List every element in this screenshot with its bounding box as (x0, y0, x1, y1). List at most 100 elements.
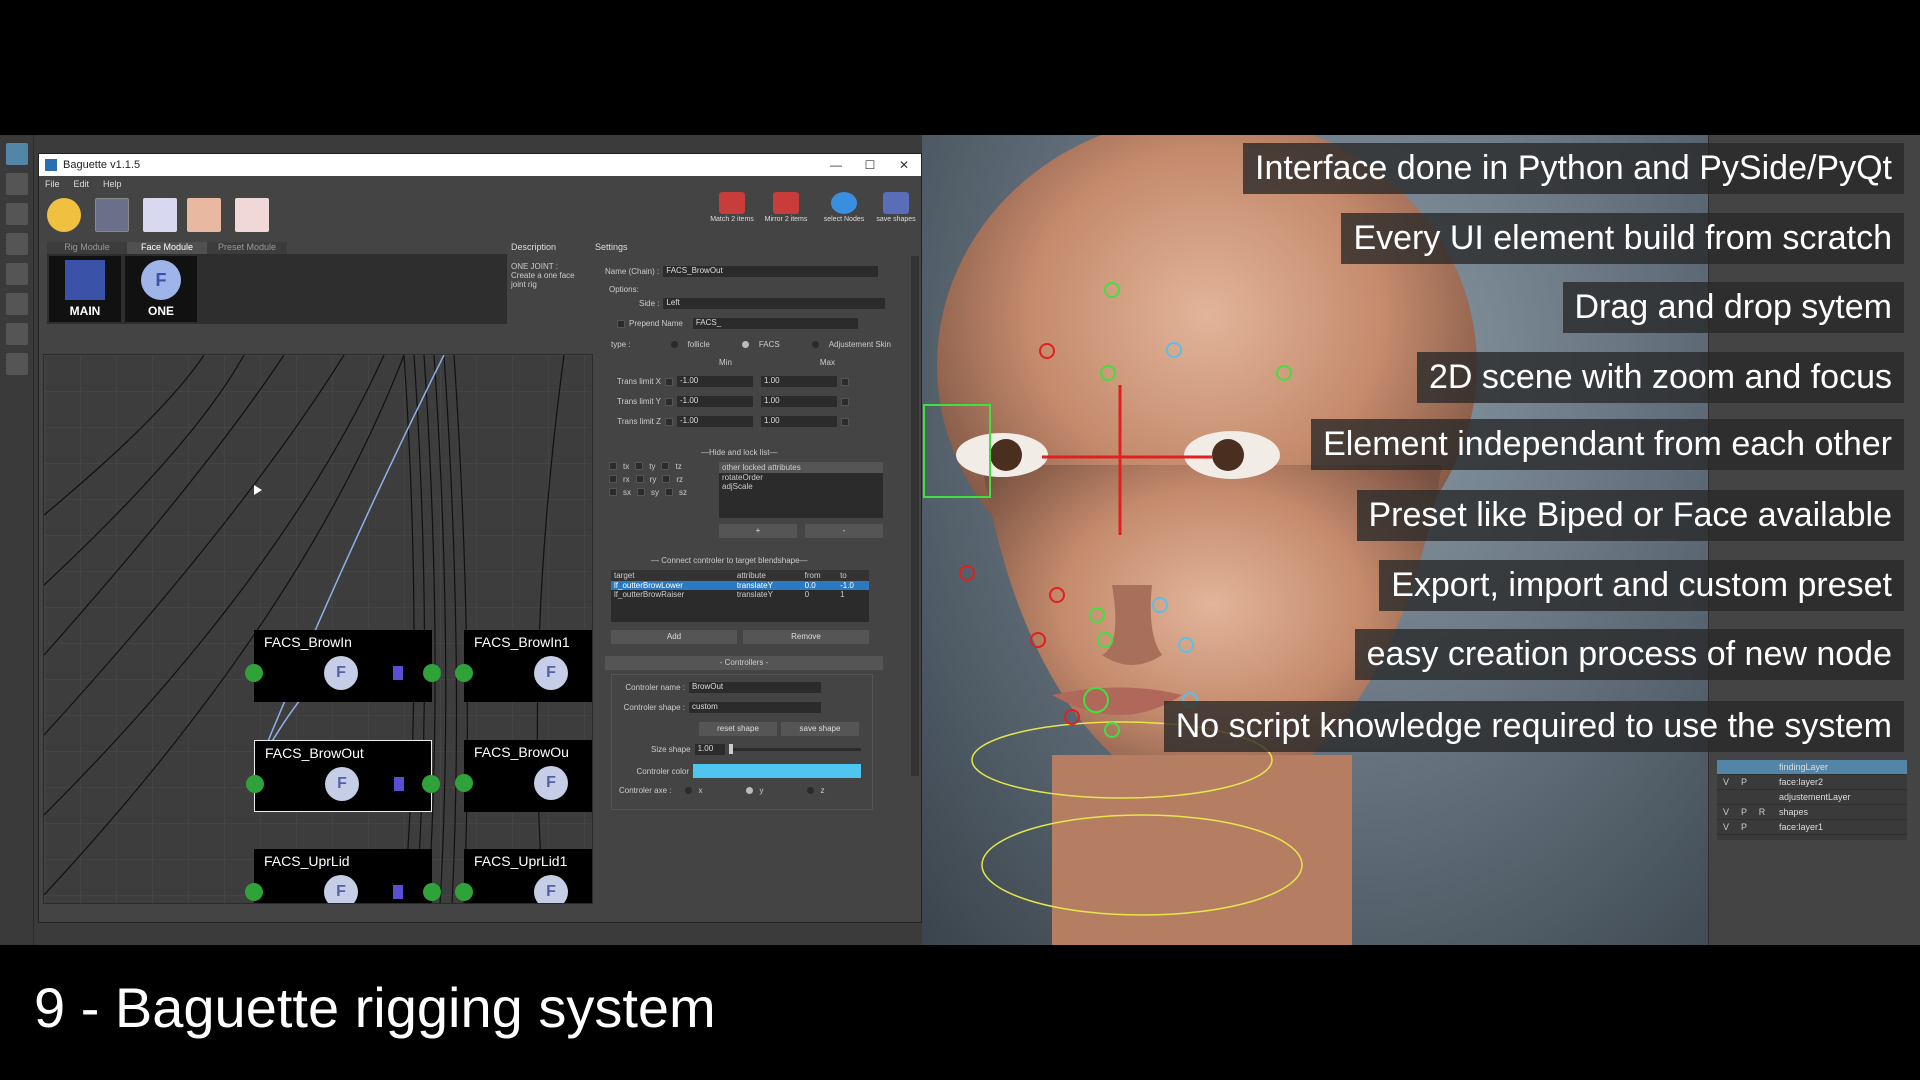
ctrl-name-field[interactable]: BrowOut (689, 682, 821, 693)
output-pin[interactable] (423, 664, 441, 682)
title-bar[interactable]: Baguette v1.1.5 — ☐ ✕ (39, 154, 921, 176)
tab-rig-module[interactable]: Rig Module (47, 242, 127, 254)
ctrl-shape-select[interactable]: custom (689, 702, 821, 713)
save-shapes-button[interactable]: save shapes (871, 192, 921, 223)
graph-node[interactable]: FACS_UprLid1 F (455, 849, 592, 903)
limit-checkbox[interactable] (665, 397, 673, 406)
module-main[interactable]: MAIN (49, 256, 121, 322)
limit-min-field[interactable]: -1.00 (677, 376, 753, 387)
graph-node[interactable]: FACS_UprLid F (245, 849, 441, 903)
axe-z-radio[interactable] (807, 787, 815, 794)
node-handle-icon[interactable] (393, 666, 403, 680)
mirror-items-button[interactable]: Mirror 2 items (761, 192, 811, 223)
layer-row[interactable]: V P face:layer1 (1717, 820, 1907, 835)
reset-shape-button[interactable]: reset shape (699, 722, 777, 736)
node-handle-icon[interactable] (394, 777, 404, 791)
input-pin[interactable] (245, 883, 263, 901)
menu-help[interactable]: Help (103, 179, 122, 189)
size-slider[interactable] (728, 744, 861, 754)
blendshape-table[interactable]: target attribute from to lf_outterBrowLo… (611, 570, 869, 622)
locked-attributes-list[interactable]: other locked attributes rotateOrder adjS… (719, 462, 883, 518)
menu-edit[interactable]: Edit (74, 179, 90, 189)
minimize-button[interactable]: — (819, 158, 853, 172)
type-adjust-radio[interactable] (811, 341, 819, 348)
paste-icon[interactable] (235, 198, 269, 232)
node-graph[interactable]: FACS_BrowIn F FACS_BrowIn1 F FACS_BrowOu… (43, 354, 593, 904)
layout-split-icon[interactable] (6, 323, 28, 345)
limit-max-checkbox[interactable] (841, 377, 849, 386)
add-attr-button[interactable]: + (719, 524, 797, 538)
rotate-tool-icon[interactable] (6, 263, 28, 285)
limit-max-field[interactable]: 1.00 (761, 416, 837, 427)
paint-tool-icon[interactable] (6, 203, 28, 225)
select-tool-icon[interactable] (6, 143, 28, 165)
input-pin[interactable] (246, 775, 264, 793)
input-pin[interactable] (455, 774, 473, 792)
menu-file[interactable]: File (45, 179, 60, 189)
slider-handle[interactable] (728, 744, 733, 754)
limit-label: Trans limit Z (617, 417, 661, 426)
input-pin[interactable] (245, 664, 263, 682)
locked-list-header: other locked attributes (719, 462, 883, 473)
limit-max-checkbox[interactable] (841, 397, 849, 406)
graph-node[interactable]: FACS_BrowOu F (455, 740, 592, 812)
graph-node[interactable]: FACS_BrowIn1 F (455, 630, 592, 702)
tab-preset-module[interactable]: Preset Module (207, 242, 287, 254)
tab-face-module[interactable]: Face Module (127, 242, 207, 254)
limit-max-checkbox[interactable] (841, 417, 849, 426)
node-handle-icon[interactable] (393, 885, 403, 899)
select-nodes-button[interactable]: select Nodes (819, 192, 869, 223)
type-follicle-radio[interactable] (670, 341, 678, 348)
limit-min-field[interactable]: -1.00 (677, 416, 753, 427)
axe-y-radio[interactable] (746, 787, 754, 794)
type-facs-radio[interactable] (741, 341, 749, 348)
layer-name: face:layer2 (1779, 777, 1824, 787)
layout-single-icon[interactable] (6, 293, 28, 315)
match-icon (719, 192, 745, 214)
table-row[interactable]: lf_outterBrowLower translateY 0.0 -1.0 (611, 581, 869, 590)
limit-min-field[interactable]: -1.00 (677, 396, 753, 407)
ctrl-color-swatch[interactable] (693, 764, 861, 778)
layer-row[interactable]: adjustementLayer (1717, 790, 1907, 805)
cut-icon[interactable] (187, 198, 221, 232)
prepend-field[interactable]: FACS_ (692, 318, 858, 329)
prepend-checkbox[interactable] (617, 319, 625, 328)
graph-node-selected[interactable]: FACS_BrowOut F (246, 740, 440, 812)
output-pin[interactable] (423, 883, 441, 901)
grid-icon[interactable] (95, 198, 129, 232)
copy-icon[interactable] (143, 198, 177, 232)
lasso-tool-icon[interactable] (6, 173, 28, 195)
layer-row[interactable]: V P R shapes (1717, 805, 1907, 820)
side-select[interactable]: Left (663, 298, 886, 309)
limit-checkbox[interactable] (665, 377, 673, 386)
input-pin[interactable] (455, 883, 473, 901)
move-tool-icon[interactable] (6, 233, 28, 255)
layer-row[interactable]: V P face:layer2 (1717, 775, 1907, 790)
graph-node[interactable]: FACS_BrowIn F (245, 630, 441, 702)
axe-x-radio[interactable] (685, 787, 693, 794)
remove-button[interactable]: Remove (743, 630, 869, 644)
add-button[interactable]: Add (611, 630, 737, 644)
module-one[interactable]: F ONE (125, 256, 197, 322)
list-item[interactable]: adjScale (719, 482, 883, 491)
name-field[interactable]: FACS_BrowOut (663, 266, 879, 277)
remove-attr-button[interactable]: - (805, 524, 883, 538)
outliner-icon[interactable] (6, 353, 28, 375)
limit-max-field[interactable]: 1.00 (761, 396, 837, 407)
refresh-icon[interactable] (47, 198, 81, 232)
settings-scrollbar[interactable] (911, 256, 919, 776)
layer-row[interactable]: findingLayer (1717, 760, 1907, 775)
node-title: FACS_BrowIn1 (474, 634, 570, 650)
size-field[interactable]: 1.00 (694, 744, 725, 755)
limit-max-field[interactable]: 1.00 (761, 376, 837, 387)
close-button[interactable]: ✕ (887, 158, 921, 172)
input-pin[interactable] (455, 664, 473, 682)
limit-checkbox[interactable] (665, 417, 673, 426)
layer-editor[interactable]: findingLayer V P face:layer2 adjustement… (1717, 760, 1907, 840)
output-pin[interactable] (422, 775, 440, 793)
maximize-button[interactable]: ☐ (853, 158, 887, 172)
match-items-button[interactable]: Match 2 items (707, 192, 757, 223)
save-shape-button[interactable]: save shape (781, 722, 859, 736)
table-row[interactable]: lf_outterBrowRaiser translateY 0 1 (611, 590, 869, 599)
list-item[interactable]: rotateOrder (719, 473, 883, 482)
